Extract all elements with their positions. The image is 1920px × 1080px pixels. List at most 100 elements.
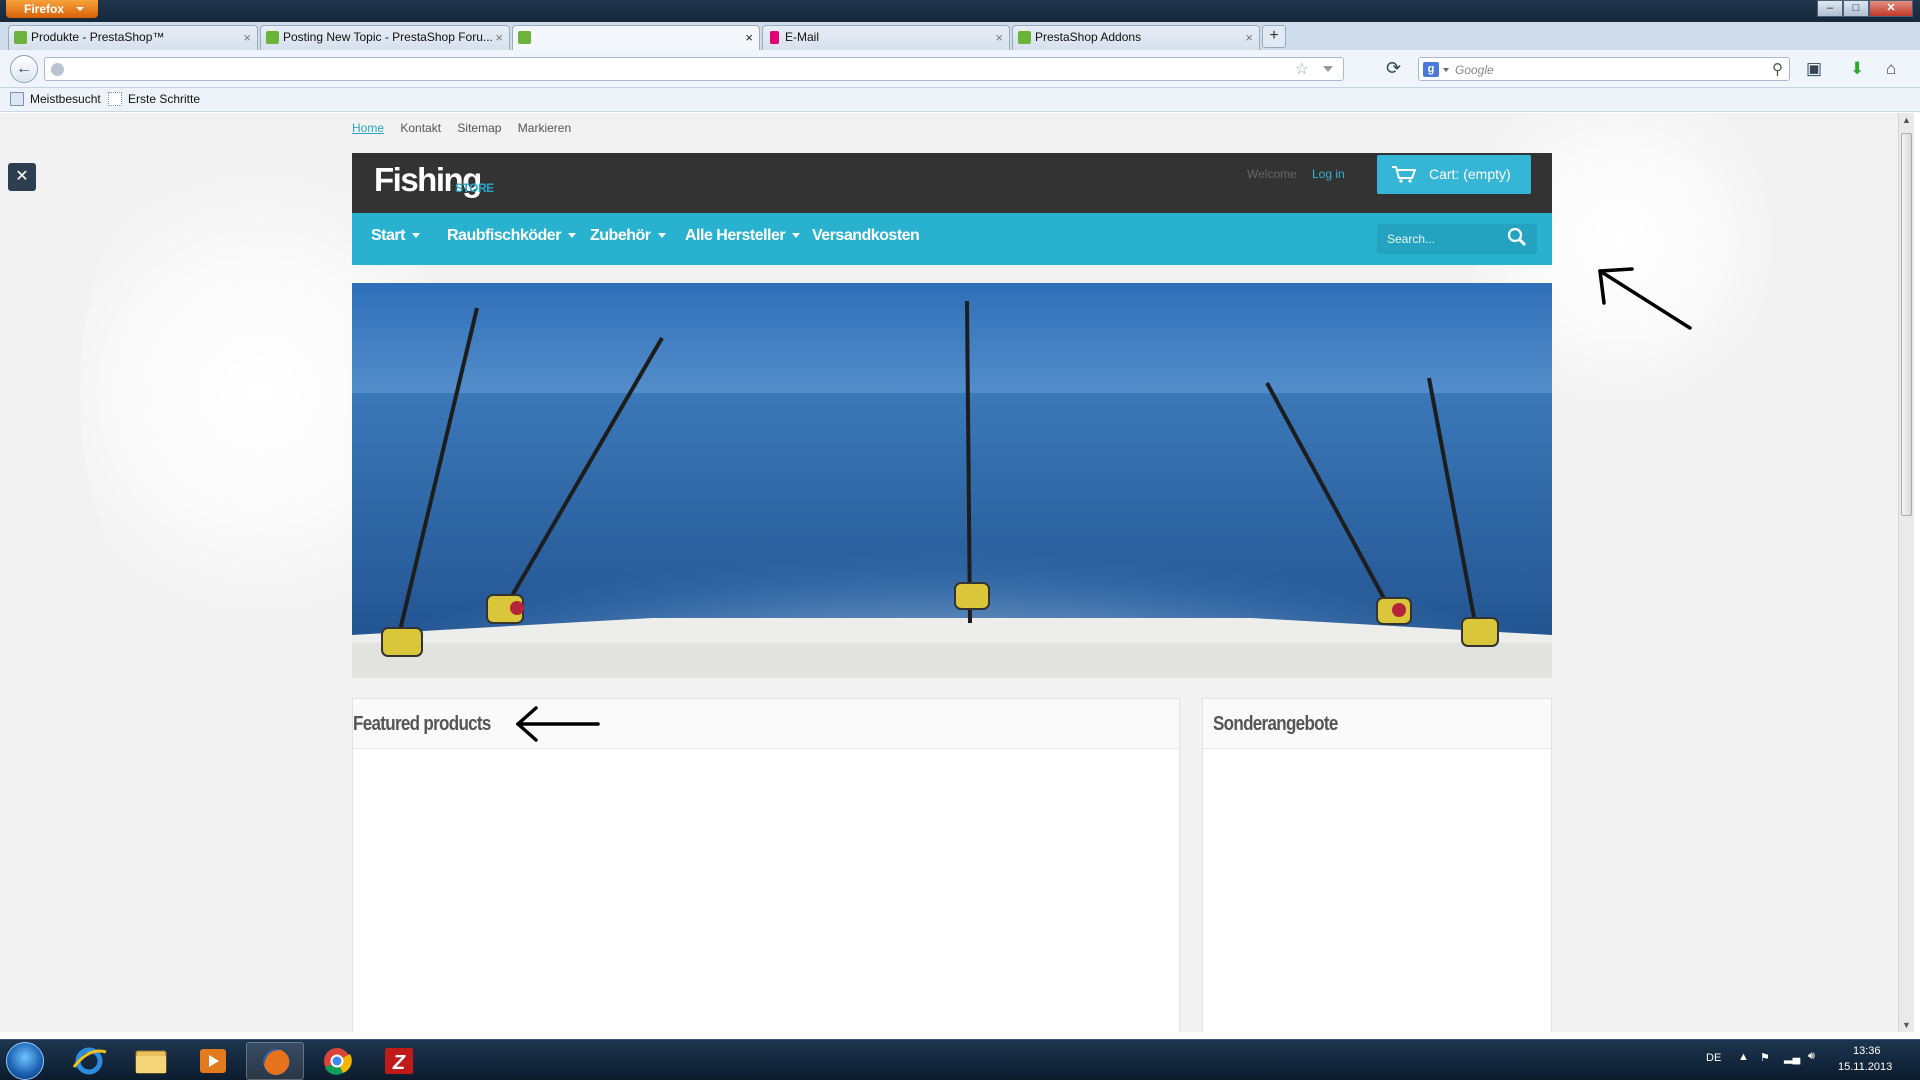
addon-icon[interactable]: ▣ [1806,59,1822,79]
new-tab-button[interactable]: + [1262,25,1286,48]
bookmark-meistbesucht[interactable]: Meistbesucht [10,92,101,106]
tab-title: PrestaShop Addons [1035,30,1142,44]
menu-item-label: Alle Hersteller [685,227,786,244]
tools-icon[interactable]: ✕ [8,163,36,191]
scroll-up-icon[interactable]: ▲ [1902,115,1911,125]
cart-icon [1392,166,1417,183]
taskbar: Z DE ▲ ⚑ ▂▄ 🔊︎ 13:36 15.11.2013 [0,1039,1920,1080]
bookmarks-toolbar: Meistbesucht Erste Schritte [0,88,1920,112]
bookmark-star-icon[interactable]: ☆ [1295,59,1309,79]
tab-addons[interactable]: PrestaShop Addons × [1012,25,1260,50]
tab-title: Produkte - PrestaShop™ [31,30,165,44]
home-icon[interactable]: ⌂ [1886,59,1896,79]
tab-strip: Produkte - PrestaShop™ × Posting New Top… [0,22,1920,50]
title-bar: Firefox – □ ✕ [0,0,1920,22]
close-icon[interactable]: × [1245,26,1253,49]
tab-posting[interactable]: Posting New Topic - PrestaShop Foru... × [260,25,510,50]
menu-item-raubfischkoeder[interactable]: Raubfischköder [447,227,576,245]
annotation-arrow-icon [516,706,600,742]
language-indicator[interactable]: DE [1706,1052,1721,1064]
svg-text:Z: Z [392,1052,406,1074]
link-kontakt[interactable]: Kontakt [400,121,441,135]
back-arrow-icon[interactable]: ← [10,55,38,83]
login-link[interactable]: Log in [1312,167,1345,181]
menu-item-zubehoer[interactable]: Zubehör [590,227,666,245]
bookmark-label: Meistbesucht [30,92,101,106]
search-icon[interactable] [1507,227,1527,249]
clock-date[interactable]: 15.11.2013 [1838,1061,1892,1073]
close-window-button[interactable]: ✕ [1869,0,1913,17]
prestashop-favicon-icon [1018,31,1031,44]
tab-email[interactable]: E-Mail × [762,25,1010,50]
close-icon[interactable]: × [495,26,503,49]
tab-title: Posting New Topic - PrestaShop Foru... [283,30,493,44]
specials-header: Sonderangebote [1203,699,1551,749]
search-icon[interactable]: ⚲ [1772,60,1783,78]
bookmark-page-icon [108,92,122,106]
scroll-down-icon[interactable]: ▼ [1902,1020,1911,1030]
chevron-down-icon [411,233,420,239]
cart-button[interactable]: Cart: (empty) [1377,155,1531,194]
chrome-icon[interactable] [308,1042,366,1080]
chevron-down-icon[interactable] [1323,66,1333,72]
chevron-down-icon[interactable] [1443,68,1449,72]
link-sitemap[interactable]: Sitemap [457,121,501,135]
tray-expand-icon[interactable]: ▲ [1738,1051,1749,1063]
maximize-button[interactable]: □ [1843,0,1869,17]
volume-icon[interactable]: 🔊︎ [1808,1050,1815,1063]
bookmark-erste-schritte[interactable]: Erste Schritte [108,92,200,106]
search-placeholder: Google [1455,63,1494,77]
close-icon[interactable]: × [243,26,251,49]
web-search-bar[interactable]: g Google ⚲ [1418,57,1790,81]
featured-products-header: Featured products [353,699,1179,749]
scrollbar-thumb[interactable] [1901,133,1912,516]
chevron-down-icon [657,233,666,239]
logo-subtext: STORE [455,181,494,195]
tab-produkte[interactable]: Produkte - PrestaShop™ × [8,25,258,50]
link-home[interactable]: Home [352,121,384,135]
reload-icon[interactable]: ⟳ [1386,58,1401,79]
menu-item-alle-hersteller[interactable]: Alle Hersteller [685,227,801,245]
google-icon[interactable]: g [1423,62,1439,77]
hero-banner-image [352,283,1552,678]
network-signal-icon[interactable]: ▂▄ [1784,1051,1800,1064]
menu-item-versandkosten[interactable]: Versandkosten [812,227,920,245]
tab-active[interactable]: × [512,25,760,50]
chevron-down-icon [567,233,576,239]
filezilla-icon[interactable]: Z [370,1042,428,1080]
firefox-menu-button[interactable]: Firefox [6,0,98,18]
specials-title: Sonderangebote [1213,713,1338,735]
clock-time[interactable]: 13:36 [1853,1045,1881,1057]
specials-panel: Sonderangebote [1202,698,1552,1032]
url-bar[interactable]: ☆ [44,57,1344,81]
menu-item-label: Start [371,227,405,244]
action-center-flag-icon[interactable]: ⚑ [1760,1051,1770,1064]
navigation-toolbar: ← ☆ ⟳ g Google ⚲ ▣ ⬇ ⌂ [0,50,1920,88]
link-markieren[interactable]: Markieren [518,121,571,135]
close-icon[interactable]: × [995,26,1003,49]
file-explorer-icon[interactable] [122,1042,180,1080]
internet-explorer-icon[interactable] [60,1042,118,1080]
download-arrow-icon[interactable]: ⬇ [1850,59,1864,79]
top-links: Home Kontakt Sitemap Markieren [352,121,584,135]
menu-item-label: Zubehör [590,227,651,244]
featured-products-panel: Featured products [352,698,1180,1032]
browser-window: Firefox – □ ✕ Produkte - PrestaShop™ × P… [0,0,1920,1039]
cart-label: Cart: (empty) [1429,166,1511,182]
media-player-icon[interactable] [184,1042,242,1080]
chevron-down-icon [76,7,84,11]
start-button[interactable] [6,1042,44,1080]
minimize-button[interactable]: – [1817,0,1843,17]
firefox-taskbar-icon[interactable] [246,1042,304,1080]
annotation-arrow-icon [1598,267,1692,330]
prestashop-favicon-icon [518,31,531,44]
bookmark-folder-icon [10,92,24,106]
menu-item-start[interactable]: Start [371,227,420,245]
tab-title: E-Mail [785,30,820,44]
telekom-favicon-icon [770,31,779,44]
menu-item-label: Raubfischköder [447,227,561,244]
close-icon[interactable]: × [745,26,753,49]
store-search-input[interactable]: Search... [1377,224,1537,254]
page-scrollbar[interactable]: ▲ ▼ [1898,113,1914,1032]
web-page: ✕ Home Kontakt Sitemap Markieren Fishing… [0,113,1898,1032]
